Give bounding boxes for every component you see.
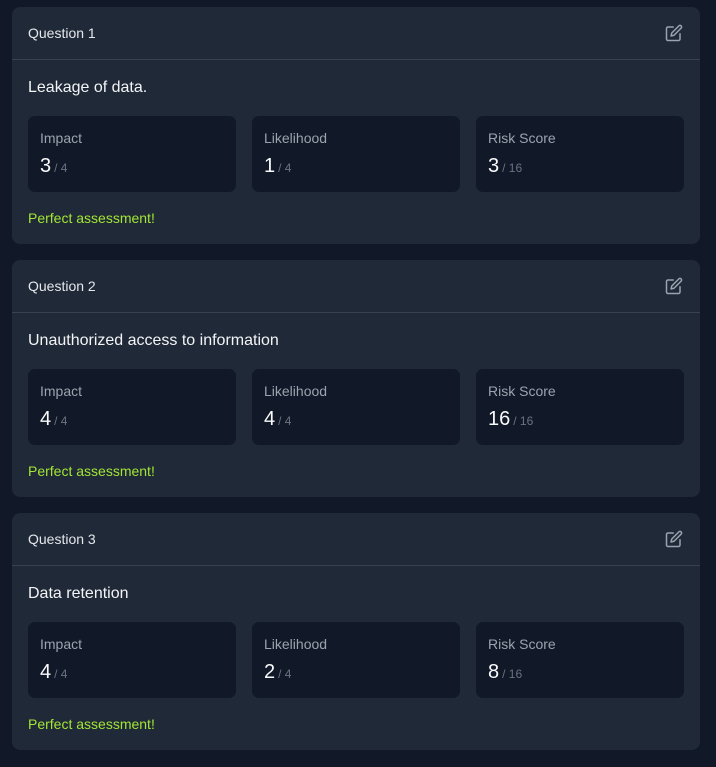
metric-label: Risk Score bbox=[488, 130, 556, 146]
metric-max: / 16 bbox=[502, 161, 523, 175]
question-card-header: Question 3 bbox=[12, 513, 700, 566]
metric-label: Likelihood bbox=[264, 383, 328, 399]
metric-max: / 16 bbox=[513, 414, 534, 428]
metric-max: / 4 bbox=[54, 667, 68, 681]
edit-icon[interactable] bbox=[664, 529, 684, 549]
metric-number: 4 bbox=[40, 408, 52, 430]
metric-value: 2/ 4 bbox=[264, 660, 291, 684]
question-list: Question 1 Leakage of data. Impact 3/ 4 … bbox=[0, 0, 716, 767]
metric-value: 4/ 4 bbox=[40, 407, 67, 431]
question-text: Data retention bbox=[28, 585, 129, 602]
metric-number: 3 bbox=[40, 155, 52, 177]
metric-label: Likelihood bbox=[264, 636, 328, 652]
metric-label: Impact bbox=[40, 130, 83, 146]
metric-number: 4 bbox=[264, 408, 276, 430]
metric-label: Impact bbox=[40, 383, 83, 399]
metric-number: 2 bbox=[264, 661, 276, 683]
metric-value: 4/ 4 bbox=[40, 660, 67, 684]
metric-impact: Impact 3/ 4 bbox=[28, 116, 236, 192]
question-card-header: Question 1 bbox=[12, 7, 700, 60]
metric-value: 16/ 16 bbox=[488, 407, 533, 431]
metric-label: Risk Score bbox=[488, 636, 556, 652]
metric-max: / 4 bbox=[54, 161, 68, 175]
assessment-feedback: Perfect assessment! bbox=[28, 463, 155, 479]
question-card-1: Question 1 Leakage of data. Impact 3/ 4 … bbox=[12, 7, 700, 244]
metric-label: Risk Score bbox=[488, 383, 556, 399]
question-title: Question 2 bbox=[28, 278, 96, 294]
metric-max: / 4 bbox=[278, 161, 292, 175]
metric-max: / 4 bbox=[54, 414, 68, 428]
question-title: Question 1 bbox=[28, 25, 96, 41]
edit-icon[interactable] bbox=[664, 23, 684, 43]
metrics-row: Impact 4/ 4 Likelihood 2/ 4 Risk Score 8… bbox=[28, 622, 684, 698]
metric-risk-score: Risk Score 3/ 16 bbox=[476, 116, 684, 192]
metric-impact: Impact 4/ 4 bbox=[28, 622, 236, 698]
metrics-row: Impact 3/ 4 Likelihood 1/ 4 Risk Score 3… bbox=[28, 116, 684, 192]
metric-max: / 16 bbox=[502, 667, 523, 681]
metric-number: 8 bbox=[488, 661, 500, 683]
metric-impact: Impact 4/ 4 bbox=[28, 369, 236, 445]
metrics-row: Impact 4/ 4 Likelihood 4/ 4 Risk Score 1… bbox=[28, 369, 684, 445]
metric-number: 16 bbox=[488, 408, 511, 430]
metric-risk-score: Risk Score 16/ 16 bbox=[476, 369, 684, 445]
question-card-2: Question 2 Unauthorized access to inform… bbox=[12, 260, 700, 497]
metric-risk-score: Risk Score 8/ 16 bbox=[476, 622, 684, 698]
metric-value: 8/ 16 bbox=[488, 660, 522, 684]
metric-number: 4 bbox=[40, 661, 52, 683]
question-card-header: Question 2 bbox=[12, 260, 700, 313]
assessment-feedback: Perfect assessment! bbox=[28, 716, 155, 732]
assessment-feedback: Perfect assessment! bbox=[28, 210, 155, 226]
question-text: Leakage of data. bbox=[28, 79, 148, 96]
metric-likelihood: Likelihood 1/ 4 bbox=[252, 116, 460, 192]
question-text: Unauthorized access to information bbox=[28, 332, 279, 349]
metric-label: Likelihood bbox=[264, 130, 328, 146]
question-card-3: Question 3 Data retention Impact 4/ 4 Li… bbox=[12, 513, 700, 750]
metric-max: / 4 bbox=[278, 414, 292, 428]
metric-value: 3/ 4 bbox=[40, 154, 67, 178]
metric-likelihood: Likelihood 2/ 4 bbox=[252, 622, 460, 698]
metric-max: / 4 bbox=[278, 667, 292, 681]
metric-number: 3 bbox=[488, 155, 500, 177]
metric-likelihood: Likelihood 4/ 4 bbox=[252, 369, 460, 445]
metric-value: 1/ 4 bbox=[264, 154, 291, 178]
metric-value: 4/ 4 bbox=[264, 407, 291, 431]
metric-label: Impact bbox=[40, 636, 83, 652]
question-title: Question 3 bbox=[28, 531, 96, 547]
edit-icon[interactable] bbox=[664, 276, 684, 296]
metric-value: 3/ 16 bbox=[488, 154, 522, 178]
metric-number: 1 bbox=[264, 155, 276, 177]
